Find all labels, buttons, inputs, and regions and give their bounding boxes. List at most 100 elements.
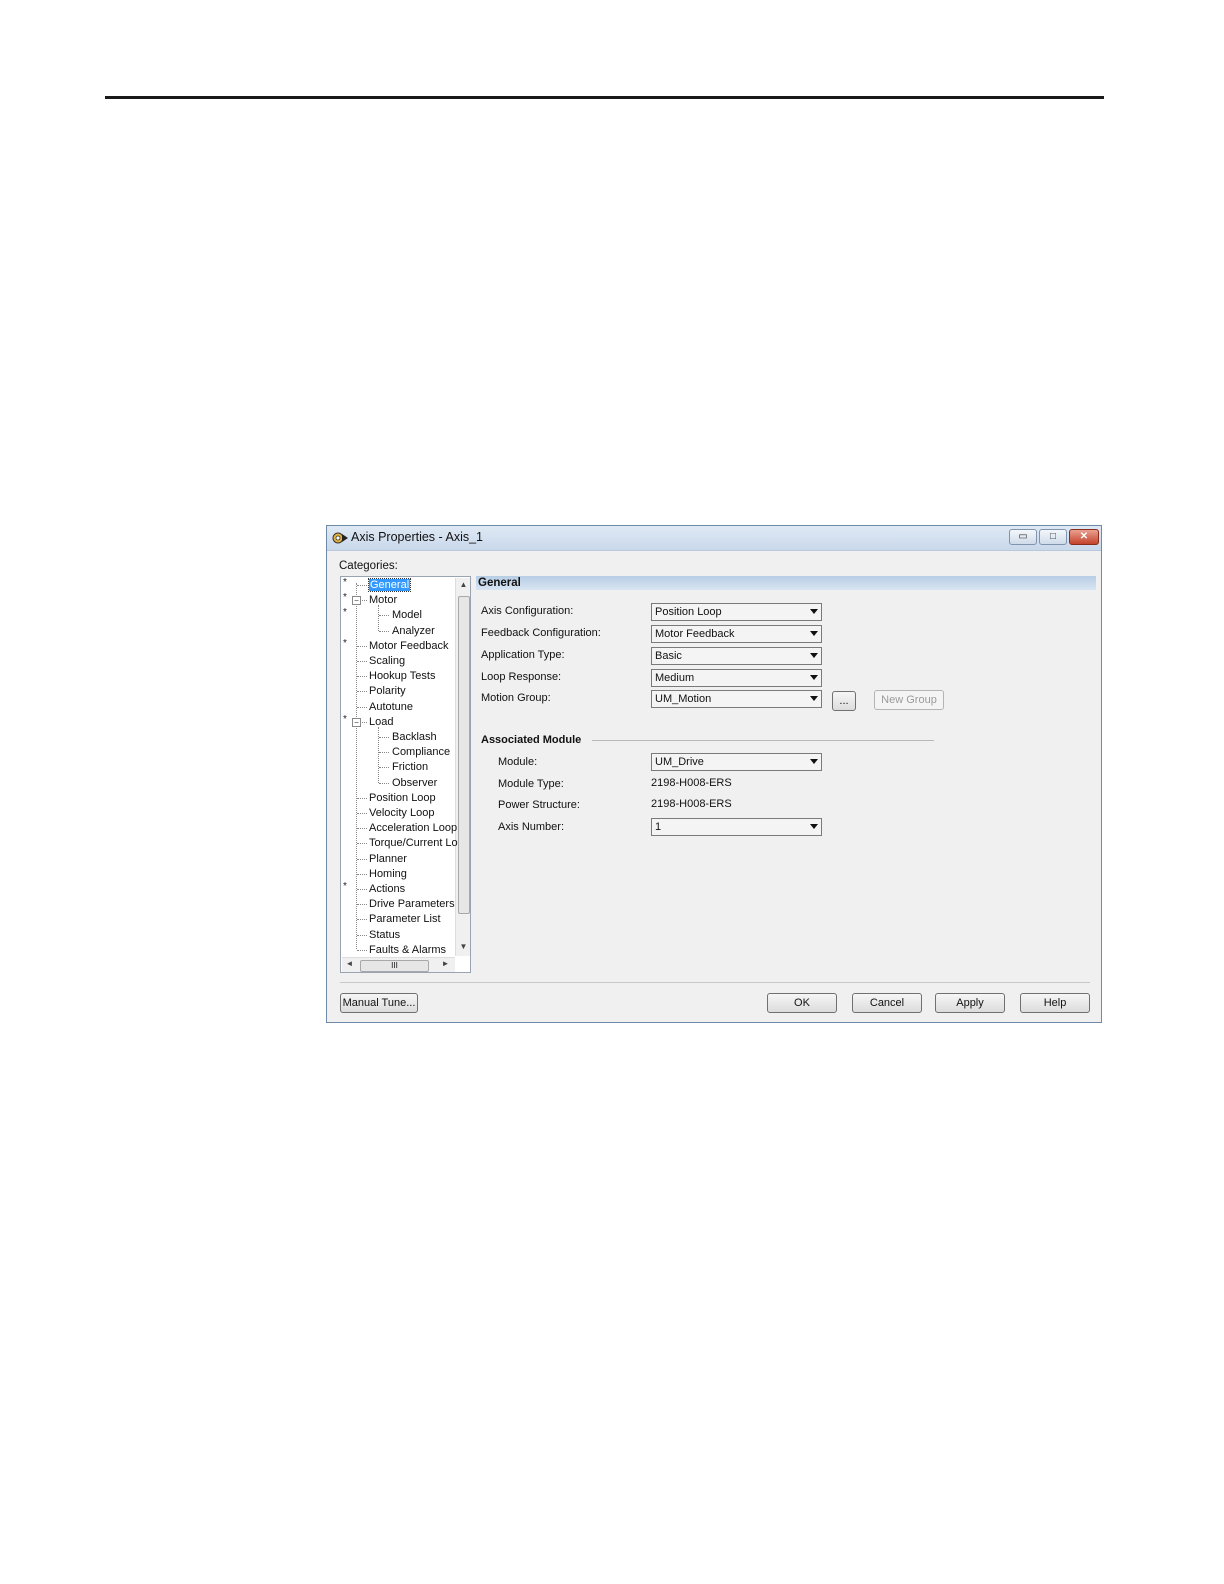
minimize-button[interactable]: ▭ xyxy=(1009,529,1037,545)
module-value: UM_Drive xyxy=(655,756,704,768)
application-type-select[interactable]: Basic xyxy=(651,647,822,665)
tree-connector-line xyxy=(357,645,367,647)
module-select[interactable]: UM_Drive xyxy=(651,753,822,771)
apply-button[interactable]: Apply xyxy=(935,993,1005,1013)
tree-item-label: Status xyxy=(369,928,401,941)
browse-motion-group-button[interactable]: ... xyxy=(832,691,856,711)
tree-item-faults-alarms[interactable]: Faults & Alarms xyxy=(369,943,446,957)
tree-item-friction[interactable]: Friction xyxy=(392,760,428,774)
tree-item-observer[interactable]: Observer xyxy=(392,776,437,790)
page-top-rule xyxy=(105,96,1104,99)
module-label: Module: xyxy=(498,756,538,768)
tree-item-label: Observer xyxy=(392,776,438,789)
tree-item-label: Homing xyxy=(369,867,407,880)
tree-item-label: Velocity Loop xyxy=(369,807,435,819)
tree-vertical-scrollbar[interactable]: ▲ ▼ xyxy=(455,578,470,956)
tree-item-motor[interactable]: Motor xyxy=(369,593,397,607)
tree-item-label: Motor xyxy=(369,594,398,607)
tree-item-label: Planner xyxy=(369,852,407,865)
tree-item-hookup-tests[interactable]: Hookup Tests xyxy=(369,669,435,683)
dropdown-arrow-icon xyxy=(810,824,818,829)
tree-item-label: Analyzer xyxy=(392,624,435,637)
tree-item-planner[interactable]: Planner xyxy=(369,852,407,866)
dropdown-arrow-icon xyxy=(810,759,818,764)
tree-item-homing[interactable]: Homing xyxy=(369,867,407,881)
tree-item-polarity[interactable]: Polarity xyxy=(369,684,406,698)
tree-item-acceleration-loop[interactable]: Acceleration Loop xyxy=(369,821,457,835)
tree-item-label: Acceleration Loop xyxy=(369,822,458,835)
scroll-left-icon[interactable]: ◄ xyxy=(342,959,357,968)
feedback-configuration-label: Feedback Configuration: xyxy=(481,627,601,639)
categories-label: Categories: xyxy=(339,560,398,572)
tree-connector-line xyxy=(378,726,379,783)
tree-item-compliance[interactable]: Compliance xyxy=(392,745,450,759)
collapse-toggle-icon[interactable]: − xyxy=(352,717,361,727)
tree-connector-line xyxy=(357,813,367,814)
tree-item-label: Motor Feedback xyxy=(369,639,449,652)
tree-connector-line xyxy=(379,630,389,632)
tree-item-label: Parameter List xyxy=(369,913,441,926)
general-section-header: General xyxy=(476,576,1096,590)
tree-item-scaling[interactable]: Scaling xyxy=(369,654,405,668)
tree-item-status[interactable]: Status xyxy=(369,928,400,942)
scroll-up-icon[interactable]: ▲ xyxy=(456,580,470,589)
tree-connector-line xyxy=(379,615,389,617)
tree-item-motor-feedback[interactable]: Motor Feedback xyxy=(369,639,448,653)
dropdown-arrow-icon xyxy=(810,631,818,636)
tree-item-velocity-loop[interactable]: Velocity Loop xyxy=(369,806,434,820)
tree-connector-line xyxy=(357,949,367,951)
tree-item-analyzer[interactable]: Analyzer xyxy=(392,624,435,638)
new-group-button[interactable]: New Group xyxy=(874,690,944,710)
tree-item-actions[interactable]: Actions xyxy=(369,882,405,896)
collapse-toggle-icon[interactable]: − xyxy=(352,596,361,606)
dropdown-arrow-icon xyxy=(810,675,818,680)
modified-marker-icon: * xyxy=(343,881,347,892)
dropdown-arrow-icon xyxy=(810,696,818,701)
tree-item-parameter-list[interactable]: Parameter List xyxy=(369,912,441,926)
categories-tree[interactable]: ▲ ▼ ◄ III ► * General * − Motor * Model Analyze… xyxy=(340,576,471,973)
title-bar[interactable]: Axis Properties - Axis_1 ▭ □ ✕ xyxy=(327,526,1101,551)
module-type-value: 2198-H008-ERS xyxy=(651,777,732,789)
loop-response-select[interactable]: Medium xyxy=(651,669,822,687)
tree-item-label: Backlash xyxy=(392,731,437,743)
tree-connector-line xyxy=(379,767,389,769)
tree-item-autotune[interactable]: Autotune xyxy=(369,700,413,714)
motion-group-select[interactable]: UM_Motion xyxy=(651,690,822,708)
tree-item-drive-parameters[interactable]: Drive Parameters xyxy=(369,897,455,911)
close-button[interactable]: ✕ xyxy=(1069,529,1099,545)
axis-configuration-value: Position Loop xyxy=(655,606,722,618)
tree-item-label: Actions xyxy=(369,883,406,895)
feedback-configuration-select[interactable]: Motor Feedback xyxy=(651,625,822,643)
axis-configuration-select[interactable]: Position Loop xyxy=(651,603,822,621)
associated-module-title: Associated Module xyxy=(481,734,582,746)
tree-item-model[interactable]: Model xyxy=(392,608,422,622)
scroll-down-icon[interactable]: ▼ xyxy=(456,942,470,951)
tree-item-label: Polarity xyxy=(369,685,406,698)
axis-number-value: 1 xyxy=(655,821,662,833)
ok-button[interactable]: OK xyxy=(767,993,837,1013)
tree-item-backlash[interactable]: Backlash xyxy=(392,730,437,744)
tree-connector-line xyxy=(357,843,367,845)
tree-item-label: Faults & Alarms xyxy=(369,943,447,956)
scroll-thumb[interactable] xyxy=(458,596,470,914)
tree-connector-line xyxy=(357,661,367,662)
manual-tune-button[interactable]: Manual Tune... xyxy=(340,993,418,1013)
motion-group-label: Motion Group: xyxy=(481,692,551,704)
tree-horizontal-scrollbar[interactable]: ◄ III ► xyxy=(342,957,455,972)
application-type-label: Application Type: xyxy=(481,649,565,661)
help-button[interactable]: Help xyxy=(1020,993,1090,1013)
tree-item-load[interactable]: Load xyxy=(369,715,393,729)
tree-item-position-loop[interactable]: Position Loop xyxy=(369,791,436,805)
tree-connector-line xyxy=(357,919,367,921)
maximize-button[interactable]: □ xyxy=(1039,529,1067,545)
tree-item-torque-current-lo[interactable]: Torque/Current Lo xyxy=(369,836,458,850)
axis-number-select[interactable]: 1 xyxy=(651,818,822,836)
tree-item-general[interactable]: General xyxy=(367,578,412,592)
window-title: Axis Properties - Axis_1 xyxy=(351,530,483,544)
tree-item-label: General xyxy=(367,578,412,592)
hscroll-thumb[interactable]: III xyxy=(360,960,429,972)
scroll-right-icon[interactable]: ► xyxy=(438,959,453,968)
tree-item-label: Drive Parameters xyxy=(369,898,455,911)
cancel-button[interactable]: Cancel xyxy=(852,993,922,1013)
tree-item-label: Load xyxy=(369,715,394,728)
